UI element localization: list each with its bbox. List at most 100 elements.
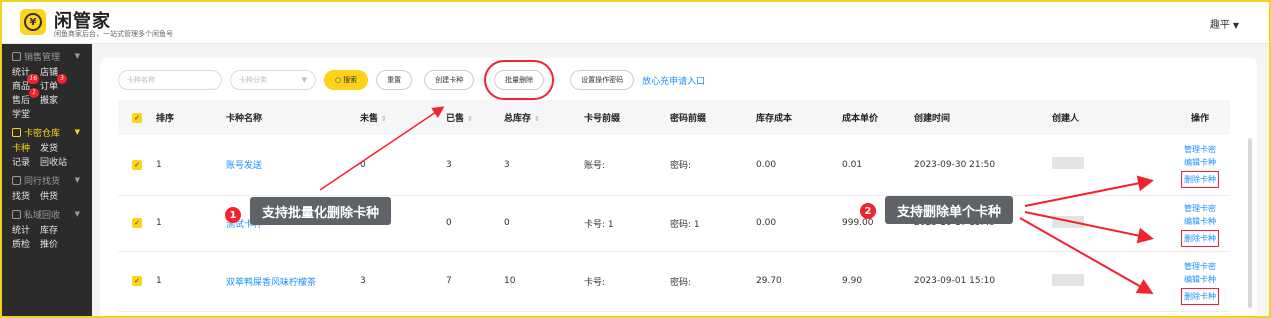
chevron-down-icon: ▼ [301,76,307,84]
delete-card-link[interactable]: 删除卡种 [1181,171,1219,189]
sidebar-section-recycle: 私域回收 ▼ 统计 库存 质检 推价 [2,202,92,250]
user-menu[interactable]: 趣平 ▼ [1210,16,1239,31]
apply-link[interactable]: 放心充申请入口 [642,74,705,87]
card-name-input[interactable]: 卡种名称 [118,70,222,90]
sidebar-item-inspect[interactable]: 质检 [12,237,30,250]
table-row: ✓ 1 双萃鸭屎香风味柠檬茶 3 7 10 卡号: 密码: 29.70 9.90… [118,251,1230,312]
chevron-down-icon: ▼ [74,52,80,60]
logo-icon: ¥ [20,9,46,35]
recycle-icon [12,209,21,219]
row-card-prefix: 卡号: [584,251,670,312]
sidebar-section-cardlib: 卡密仓库 ▼ 卡种 发货 记录 回收站 [2,120,92,168]
sidebar-item-records[interactable]: 记录 [12,155,30,168]
box-icon [12,127,21,137]
sidebar-item-pricing[interactable]: 推价 [40,237,58,250]
annotation-number: 2 [860,203,876,219]
chevron-down-icon: ▼ [74,128,80,136]
row-stock-cost: 29.70 [756,251,842,312]
edit-card-link[interactable]: 编辑卡种 [1184,216,1216,227]
chevron-down-icon: ▼ [1232,21,1239,30]
delete-card-link[interactable]: 删除卡种 [1181,287,1219,305]
manage-cards-link[interactable]: 管理卡密 [1184,203,1216,214]
reset-button[interactable]: 重置 [376,70,413,90]
annotation-number: 1 [225,207,241,223]
sidebar-section-title[interactable]: 卡密仓库 ▼ [12,124,92,140]
sidebar-item-find[interactable]: 找货 [12,189,30,202]
manage-cards-link[interactable]: 管理卡密 [1184,261,1216,272]
chevron-down-icon: ▼ [74,210,80,218]
sort-icon: ⇕ [381,115,387,123]
app-subtitle: 闲鱼商家后台，一站式管理多个闲鱼号 [54,30,173,38]
sidebar-item-recycle-bin[interactable]: 回收站 [40,155,67,168]
row-pwd-prefix: 密码: [670,135,756,196]
sidebar-item-shops[interactable]: 店铺 [40,65,58,78]
chevron-down-icon: ▼ [74,176,80,184]
col-unsold[interactable]: 未售 ⇕ [360,100,446,135]
annotation-tip: 支持批量化删除卡种 [250,197,392,225]
row-checkbox[interactable]: ✓ [132,276,142,286]
row-sold: 0 [446,195,504,252]
row-pwd-prefix: 密码: 1 [670,195,756,252]
manage-cards-link[interactable]: 管理卡密 [1184,144,1216,155]
row-unit-cost: 9.90 [842,251,914,312]
avatar [1052,157,1084,170]
row-unsold: 3 [360,251,446,312]
row-name-link[interactable]: 账号发送 [226,135,360,196]
row-checkbox[interactable]: ✓ [132,218,142,228]
user-name: 趣平 [1209,20,1230,31]
scrollbar-thumb[interactable] [1248,138,1252,308]
col-name: 卡种名称 [226,100,360,135]
sidebar-item-move[interactable]: 搬家 [40,93,58,106]
sidebar-item-orders[interactable]: 订单 3 [40,73,68,92]
edit-card-link[interactable]: 编辑卡种 [1184,157,1216,168]
sort-icon: ⇕ [534,115,540,123]
sidebar-item-inventory[interactable]: 库存 [40,223,58,236]
set-password-button[interactable]: 设置操作密码 [570,70,635,90]
create-card-button[interactable]: 创建卡种 [424,70,475,90]
sidebar-item-supply[interactable]: 供货 [40,189,58,202]
row-total: 0 [504,195,584,252]
scrollbar[interactable] [1245,58,1255,318]
batch-delete-button[interactable]: 批量删除 [484,60,555,100]
row-sold: 7 [446,251,504,312]
main-panel: 卡种名称 卡种分类 ▼ ○ 搜索 重置 创建卡种 批量删除 设置操作密码 放心充申请… [100,58,1257,318]
row-sort: 1 [156,195,226,252]
row-unsold: 0 [360,135,446,196]
sidebar-section-title[interactable]: 私域回收 ▼ [12,206,92,222]
row-stock-cost: 0.00 [756,135,842,196]
count-badge: 3 [57,73,68,84]
row-name-link[interactable]: 双萃鸭屎香风味柠檬茶 [226,251,360,312]
row-card-prefix: 卡号: 1 [584,195,670,252]
sidebar-item-ship[interactable]: 发货 [40,141,58,154]
sidebar-section-title[interactable]: 销售管理 ▼ [12,48,92,64]
col-unit-cost: 成本单价 [842,100,914,135]
clock-icon [12,51,21,61]
sidebar-item-card-types[interactable]: 卡种 [12,141,30,154]
row-sort: 1 [156,251,226,312]
sidebar-section-title[interactable]: 同行找货 ▼ [12,172,92,188]
sidebar-item-aftersale[interactable]: 售后 1 [12,87,40,106]
col-ops: 操作 [1170,100,1230,135]
count-badge: 1 [29,87,40,98]
sidebar-item-school[interactable]: 学堂 [12,107,30,120]
edit-card-link[interactable]: 编辑卡种 [1184,274,1216,285]
row-pwd-prefix: 密码: [670,251,756,312]
row-checkbox[interactable]: ✓ [132,159,142,170]
row-created: 2023-09-01 15:10 [914,251,1052,312]
select-all-checkbox[interactable]: ✓ [132,112,142,123]
category-select[interactable]: 卡种分类 ▼ [230,70,316,90]
count-badge: 16 [27,73,40,84]
row-created: 2023-09-30 21:50 [914,135,1052,196]
col-stock-cost: 库存成本 [756,100,842,135]
col-sold[interactable]: 已售 ⇕ [446,100,504,135]
sidebar: 销售管理 ▼ 统计 店铺 商品 16 订单 3 售后 1 搬家 学堂 卡密仓库 ▼ 卡种 发货 记… [2,44,92,316]
sidebar-item-recycle-stats[interactable]: 统计 [12,223,30,236]
table-row: ✓ 1 账号发送 0 3 3 账号: 密码: 0.00 0.01 2023-09… [118,135,1230,196]
row-sort: 1 [156,135,226,196]
col-created: 创建时间 [914,100,1052,135]
search-button[interactable]: ○ 搜索 [324,70,369,90]
col-total[interactable]: 总库存 ⇕ [504,100,584,135]
col-creator: 创建人 [1052,100,1170,135]
sidebar-item-goods[interactable]: 商品 16 [12,73,40,92]
delete-card-link[interactable]: 删除卡种 [1181,229,1219,247]
